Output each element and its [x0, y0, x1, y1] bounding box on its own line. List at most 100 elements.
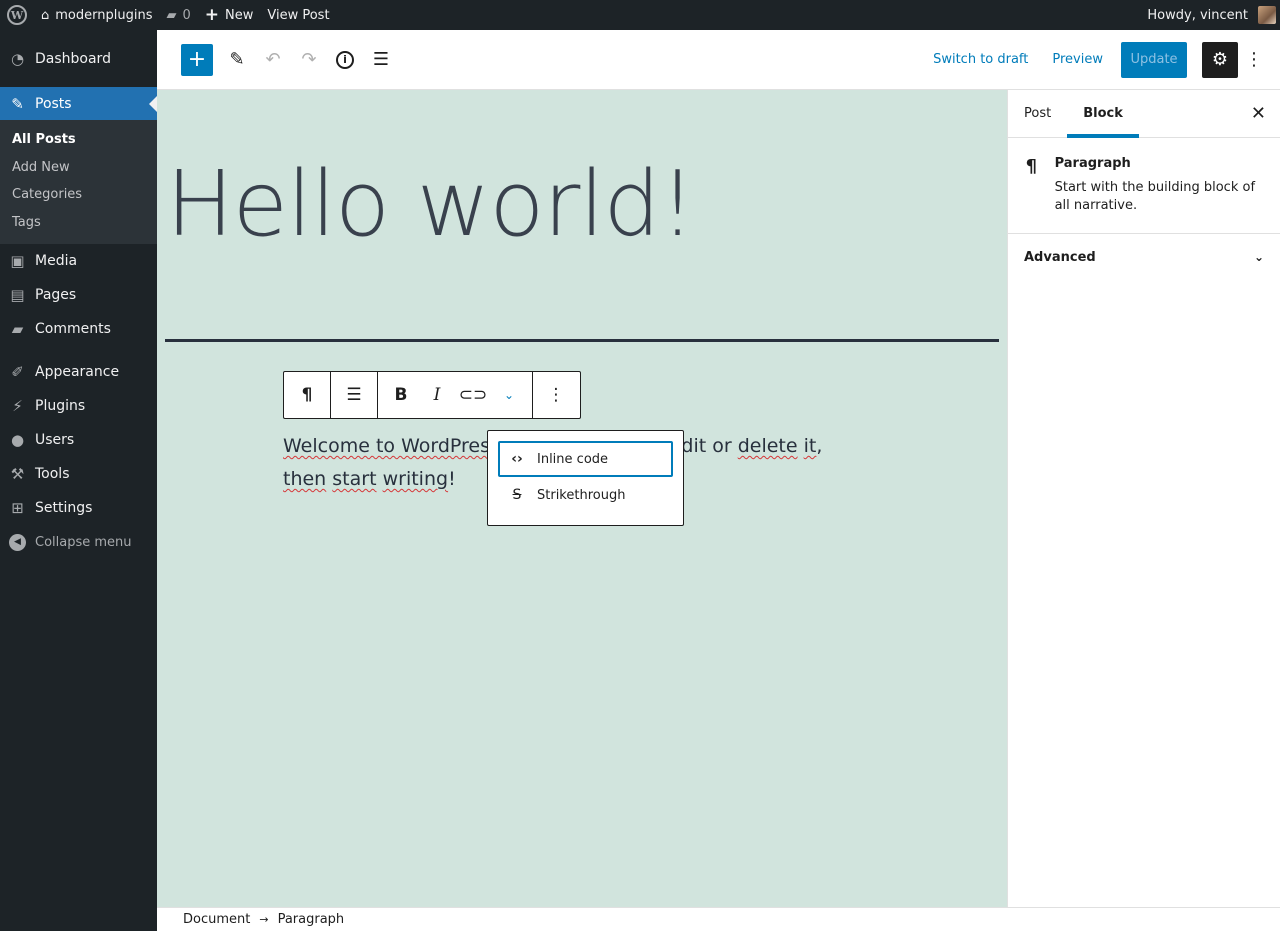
submenu-tags[interactable]: Tags	[0, 209, 157, 237]
paragraph-text: writing	[382, 468, 449, 490]
settings-button[interactable]: ⚙	[1202, 41, 1238, 78]
options-button[interactable]: ⋮	[1242, 42, 1266, 78]
format-group: B I ⊂⊃ ⌄	[378, 372, 533, 418]
breadcrumb-paragraph[interactable]: Paragraph	[278, 912, 345, 927]
menu-label: Users	[35, 432, 75, 448]
strikethrough-menu-item[interactable]: S Strikethrough	[498, 477, 673, 513]
new-content-link[interactable]: + New	[198, 0, 261, 30]
link-button[interactable]: ⊂⊃	[455, 372, 491, 418]
more-formats-button[interactable]: ⌄	[491, 372, 527, 418]
sidebar-tabs: Post Block ✕	[1008, 90, 1280, 138]
menu-item-label: Inline code	[537, 451, 609, 467]
block-options-button[interactable]: ⋮	[533, 372, 579, 418]
switch-to-draft-button[interactable]: Switch to draft	[921, 42, 1040, 78]
strikethrough-icon: S	[512, 487, 522, 503]
menu-separator	[0, 346, 157, 355]
undo-icon: ↶	[265, 49, 281, 70]
menu-label: Dashboard	[35, 50, 111, 67]
menu-item-comments[interactable]: ▰ Comments	[0, 312, 157, 346]
view-post-label: View Post	[267, 7, 330, 23]
new-label: New	[225, 7, 254, 23]
my-account-link[interactable]: Howdy, vincent	[1140, 0, 1280, 30]
inline-code-menu-item[interactable]: ‹› Inline code	[498, 441, 673, 477]
menu-label: Appearance	[35, 364, 120, 380]
tab-post[interactable]: Post	[1008, 90, 1067, 138]
breadcrumb: Document → Paragraph	[157, 907, 1280, 931]
paragraph-text: !	[448, 468, 456, 490]
greeting: Howdy, vincent	[1147, 7, 1248, 23]
align-button[interactable]: ☰	[331, 372, 377, 418]
arrow-right-icon: →	[259, 913, 269, 926]
list-view-button[interactable]: ☰	[363, 42, 399, 78]
pin-icon: ✎	[11, 94, 24, 113]
breadcrumb-document[interactable]: Document	[183, 912, 250, 927]
paragraph-text: ,	[816, 435, 823, 457]
menu-item-pages[interactable]: ▤ Pages	[0, 278, 157, 312]
block-switcher-group: ¶	[284, 372, 331, 418]
user-icon: ●	[10, 431, 25, 449]
chevron-down-icon: ⌄	[1253, 250, 1264, 264]
site-name-link[interactable]: ⌂ modernplugins	[34, 0, 159, 30]
wordpress-icon: W	[7, 5, 27, 25]
pencil-icon: ✎	[229, 49, 245, 70]
media-icon: ▣	[10, 252, 25, 270]
undo-button[interactable]: ↶	[255, 42, 291, 78]
separator-line	[165, 339, 999, 342]
settings-icon: ⊞	[11, 499, 24, 517]
advanced-panel-toggle[interactable]: Advanced ⌄	[1008, 234, 1280, 280]
bold-button[interactable]: B	[383, 372, 419, 418]
list-view-icon: ☰	[372, 49, 390, 70]
view-post-link[interactable]: View Post	[260, 0, 336, 30]
menu-item-dashboard[interactable]: ◔ Dashboard	[0, 30, 157, 87]
collapse-menu-button[interactable]: ◀ Collapse menu	[0, 525, 157, 559]
tools-button[interactable]: ✎	[219, 42, 255, 78]
block-card: ¶ Paragraph Start with the building bloc…	[1008, 138, 1280, 234]
collapse-icon: ◀	[9, 533, 26, 551]
menu-item-plugins[interactable]: ⚡ Plugins	[0, 389, 157, 423]
menu-label: Settings	[35, 500, 93, 516]
avatar	[1258, 6, 1276, 24]
admin-bar: W ⌂ modernplugins ▰ 0 + New View Post Ho…	[0, 0, 1280, 30]
menu-label: Plugins	[35, 398, 86, 414]
submenu-categories[interactable]: Categories	[0, 181, 157, 209]
submenu-all-posts[interactable]: All Posts	[0, 126, 157, 154]
post-title[interactable]: Hello world!	[166, 152, 696, 257]
info-icon: i	[336, 50, 354, 69]
menu-item-users[interactable]: ● Users	[0, 423, 157, 457]
close-settings-button[interactable]: ✕	[1251, 103, 1266, 124]
menu-item-settings[interactable]: ⊞ Settings	[0, 491, 157, 525]
redo-button[interactable]: ↷	[291, 42, 327, 78]
menu-item-media[interactable]: ▣ Media	[0, 244, 157, 278]
redo-icon: ↷	[301, 49, 317, 70]
posts-submenu: All Posts Add New Categories Tags	[0, 120, 157, 244]
italic-button[interactable]: I	[419, 372, 455, 418]
options-group: ⋮	[533, 372, 579, 418]
wordpress-logo-button[interactable]: W	[0, 0, 34, 30]
update-button[interactable]: Update	[1121, 41, 1187, 78]
paragraph-icon: ¶	[1025, 156, 1038, 177]
block-type-button[interactable]: ¶	[284, 372, 330, 418]
block-inserter-button[interactable]: +	[181, 43, 213, 76]
menu-label: Media	[35, 253, 78, 269]
chevron-down-icon: ⌄	[503, 388, 515, 402]
more-vertical-icon: ⋮	[547, 385, 565, 405]
plus-icon: +	[187, 46, 207, 72]
block-toolbar: ¶ ☰ B I ⊂⊃ ⌄ ⋮	[283, 371, 581, 419]
menu-item-tools[interactable]: ⚒ Tools	[0, 457, 157, 491]
tab-block[interactable]: Block	[1067, 90, 1139, 138]
dashboard-icon: ◔	[10, 49, 25, 68]
comments-link[interactable]: ▰ 0	[159, 0, 197, 30]
paragraph-text: then	[283, 468, 327, 490]
menu-item-posts[interactable]: ✎ Posts	[0, 87, 157, 120]
header-actions: Switch to draft Preview Update ⚙ ⋮	[921, 41, 1280, 78]
bold-icon: B	[394, 385, 408, 405]
menu-label: Pages	[35, 287, 77, 303]
submenu-add-new[interactable]: Add New	[0, 154, 157, 182]
menu-label: Tools	[35, 466, 70, 482]
menu-item-appearance[interactable]: ✐ Appearance	[0, 355, 157, 389]
site-name: modernplugins	[55, 7, 153, 23]
block-card-title: Paragraph	[1054, 156, 1131, 171]
preview-button[interactable]: Preview	[1040, 42, 1115, 78]
more-formats-dropdown: ‹› Inline code S Strikethrough	[487, 430, 684, 526]
details-button[interactable]: i	[327, 42, 363, 78]
